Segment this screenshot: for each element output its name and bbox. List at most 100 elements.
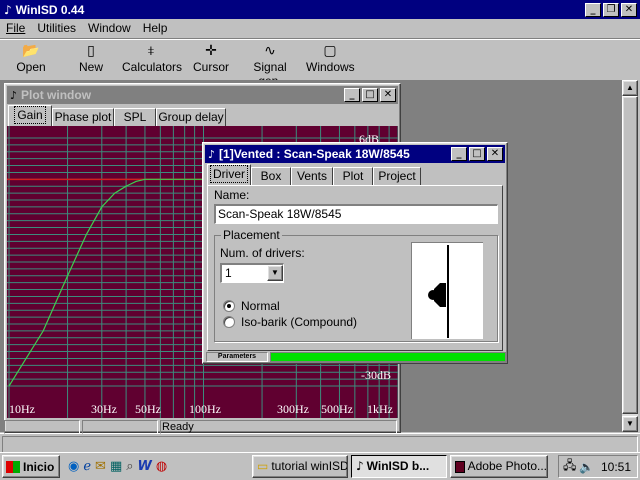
open-button[interactable]: 📂 Open bbox=[10, 42, 52, 74]
status-pane-1 bbox=[4, 420, 80, 434]
tab-group-delay[interactable]: Group delay bbox=[156, 108, 226, 126]
window-icon: ▢ bbox=[323, 43, 337, 59]
quick-launch: ◉ ℯ ✉ ▦ ⌕ W ◍ bbox=[68, 456, 244, 476]
calculator-icon: ⧧ bbox=[147, 43, 155, 59]
driver-name-field[interactable]: Scan-Speak 18W/8545 bbox=[214, 204, 498, 224]
system-tray: 🖧 🔈 10:51 bbox=[558, 455, 638, 478]
menu-separator bbox=[0, 38, 640, 40]
parameters-label: Parameters bbox=[206, 352, 268, 362]
plot-minimize-icon[interactable]: _ bbox=[344, 88, 360, 102]
placement-label: Placement bbox=[221, 228, 282, 242]
folder-icon: 📂 bbox=[22, 43, 40, 59]
taskbar-adobe-photoshop[interactable]: Adobe Photo... bbox=[450, 455, 548, 478]
x-label: 1kHz bbox=[367, 402, 393, 416]
num-drivers-label: Num. of drivers: bbox=[220, 246, 305, 260]
menu-file[interactable]: File bbox=[0, 20, 31, 38]
vented-dialog: ♪ [1]Vented : Scan-Speak 18W/8545 _ □ ✕ … bbox=[202, 142, 508, 364]
x-label: 100Hz bbox=[189, 402, 221, 416]
folder-icon: ▭ bbox=[257, 459, 269, 473]
app-title: WinISD 0.44 bbox=[15, 2, 85, 17]
plot-maximize-icon[interactable]: □ bbox=[362, 88, 378, 102]
mail-icon[interactable]: ✉ bbox=[95, 459, 106, 474]
status-pane-2 bbox=[82, 420, 158, 434]
placement-groupbox: Placement Num. of drivers: 1 ▼ Normal Is… bbox=[214, 228, 498, 342]
crosshair-icon: ✛ bbox=[205, 43, 217, 59]
desktop-icon[interactable]: ◉ bbox=[68, 459, 79, 474]
plot-close-icon[interactable]: ✕ bbox=[380, 88, 396, 102]
browser-icon[interactable]: ℯ bbox=[83, 459, 91, 474]
status-bar: Ready bbox=[0, 420, 640, 454]
taskbar-winisd[interactable]: ♪ WinISD b... bbox=[351, 455, 447, 478]
dialog-minimize-icon[interactable]: _ bbox=[451, 147, 467, 161]
tab-driver[interactable]: Driver bbox=[207, 164, 251, 185]
tab-vents[interactable]: Vents bbox=[291, 167, 333, 185]
x-label: 50Hz bbox=[135, 402, 161, 416]
radio-normal-label: Normal bbox=[241, 299, 280, 313]
speaker-magnet-icon bbox=[428, 290, 438, 300]
maximize-icon[interactable]: ❐ bbox=[603, 2, 619, 17]
tab-spl[interactable]: SPL bbox=[114, 108, 156, 126]
radio-isobarik-label: Iso-barik (Compound) bbox=[241, 315, 358, 329]
word-icon[interactable]: W bbox=[138, 459, 152, 474]
dialog-close-icon[interactable]: ✕ bbox=[487, 147, 503, 161]
windows-logo-icon bbox=[6, 460, 20, 473]
tab-phase-plot[interactable]: Phase plot bbox=[52, 108, 114, 126]
num-drivers-select[interactable]: 1 ▼ bbox=[220, 263, 284, 283]
name-label: Name: bbox=[214, 188, 250, 202]
minimize-icon[interactable]: _ bbox=[585, 2, 601, 17]
photoshop-icon bbox=[455, 460, 465, 473]
tab-project[interactable]: Project bbox=[373, 167, 421, 185]
plot-window-title-bar: ♪ Plot window _ □ ✕ bbox=[7, 86, 398, 104]
winisd-icon: ♪ bbox=[356, 459, 364, 473]
chevron-down-icon[interactable]: ▼ bbox=[267, 265, 283, 281]
plot-window-title: Plot window bbox=[21, 88, 92, 102]
volume-icon[interactable]: 🔈 bbox=[579, 460, 594, 474]
dialog-maximize-icon[interactable]: □ bbox=[469, 147, 485, 161]
vented-dialog-title: [1]Vented : Scan-Speak 18W/8545 bbox=[219, 147, 410, 161]
x-label: 300Hz bbox=[277, 402, 309, 416]
speaker-placement-diagram bbox=[428, 245, 449, 338]
media-icon[interactable]: ◍ bbox=[156, 459, 167, 474]
status-main-pane bbox=[2, 436, 638, 453]
placement-preview bbox=[411, 242, 483, 339]
vertical-scrollbar[interactable]: ▲ ▼ bbox=[622, 80, 638, 432]
channels-icon[interactable]: ▦ bbox=[110, 459, 122, 474]
parameters-status-strip: Parameters bbox=[206, 352, 506, 362]
radio-normal[interactable] bbox=[223, 300, 235, 312]
tab-plot[interactable]: Plot bbox=[333, 167, 373, 185]
signal-icon: ∿ bbox=[264, 43, 276, 59]
close-icon[interactable]: ✕ bbox=[621, 2, 637, 17]
driver-tab-panel: Name: Scan-Speak 18W/8545 Placement Num.… bbox=[207, 185, 503, 351]
windows-button[interactable]: ▢ Windows bbox=[306, 42, 355, 74]
scroll-up-button[interactable]: ▲ bbox=[622, 80, 638, 96]
system-clock[interactable]: 10:51 bbox=[601, 460, 631, 474]
plot-window-icon[interactable]: ♪ bbox=[10, 89, 17, 102]
vented-dialog-icon[interactable]: ♪ bbox=[208, 148, 215, 161]
vented-dialog-title-bar: ♪ [1]Vented : Scan-Speak 18W/8545 _ □ ✕ bbox=[205, 145, 505, 163]
menu-help[interactable]: Help bbox=[137, 20, 174, 38]
taskbar-tutorial-winisd[interactable]: ▭ tutorial winISD bbox=[252, 455, 348, 478]
menu-window[interactable]: Window bbox=[82, 20, 137, 38]
calculators-button[interactable]: ⧧ Calculators bbox=[122, 42, 182, 74]
tab-box[interactable]: Box bbox=[251, 167, 291, 185]
x-label: 500Hz bbox=[321, 402, 353, 416]
num-drivers-value: 1 bbox=[225, 266, 232, 280]
main-title-bar: ♪ WinISD 0.44 _ ❐ ✕ bbox=[0, 0, 640, 19]
status-ready: Ready bbox=[160, 420, 397, 434]
x-label: 10Hz bbox=[9, 402, 35, 416]
menu-bar: File Utilities Window Help bbox=[0, 20, 640, 38]
tab-gain[interactable]: Gain bbox=[8, 105, 52, 126]
x-label: 30Hz bbox=[91, 402, 117, 416]
search-icon[interactable]: ⌕ bbox=[126, 459, 133, 474]
menu-utilities[interactable]: Utilities bbox=[31, 20, 82, 38]
radio-isobarik[interactable] bbox=[223, 316, 235, 328]
y-label-bottom: -30dB bbox=[361, 368, 391, 382]
new-button[interactable]: ▯ New bbox=[70, 42, 112, 74]
start-button[interactable]: Inicio bbox=[2, 455, 60, 478]
scroll-thumb[interactable] bbox=[622, 96, 638, 414]
cursor-button[interactable]: ✛ Cursor bbox=[192, 42, 230, 74]
network-icon[interactable]: 🖧 bbox=[563, 456, 576, 477]
app-icon[interactable]: ♪ bbox=[4, 3, 12, 17]
parameters-progress-bar bbox=[270, 352, 506, 362]
scroll-down-button[interactable]: ▼ bbox=[622, 416, 638, 432]
